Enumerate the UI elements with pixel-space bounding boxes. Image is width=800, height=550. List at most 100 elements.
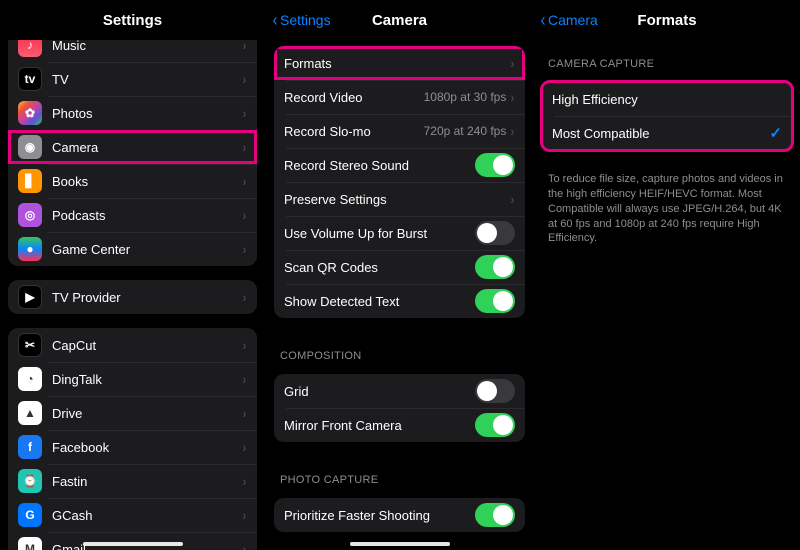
camera-row-mirror-front-camera[interactable]: Mirror Front Camera — [274, 408, 525, 442]
chevron-left-icon: ‹ — [541, 11, 546, 29]
settings-row-music[interactable]: ♪ Music› — [8, 40, 257, 62]
camera-icon: ◉ — [18, 135, 42, 159]
camera-row-formats[interactable]: Formats› — [274, 46, 525, 80]
chevron-right-icon: › — [243, 507, 246, 523]
row-label: Fastin — [52, 474, 242, 489]
camera-row-record-stereo-sound[interactable]: Record Stereo Sound — [274, 148, 525, 182]
chevron-right-icon: › — [243, 439, 246, 455]
settings-row-facebook[interactable]: f Facebook› — [8, 430, 257, 464]
settings-row-capcut[interactable]: ✂ CapCut› — [8, 328, 257, 362]
back-to-settings[interactable]: ‹ Settings — [272, 0, 331, 40]
drive-icon: ▲ — [18, 401, 42, 425]
camera-row-preserve-settings[interactable]: Preserve Settings› — [274, 182, 525, 216]
settings-group: ♪Music›tvTV›✿Photos›◉Camera›▋Books›◎Podc… — [8, 40, 257, 266]
settings-row-tvprovider[interactable]: ▶TV Provider› — [8, 280, 257, 314]
settings-row-gmail[interactable]: MGmail› — [8, 532, 257, 550]
row-label: Podcasts — [52, 208, 242, 223]
row-label: Show Detected Text — [284, 294, 475, 309]
row-label: Record Stereo Sound — [284, 158, 475, 173]
settings-row-gcash[interactable]: G GCash› — [8, 498, 257, 532]
chevron-right-icon: › — [243, 241, 246, 257]
toggle-switch[interactable] — [475, 255, 515, 279]
chevron-right-icon: › — [243, 139, 246, 155]
navbar-camera: ‹ Settings Camera — [266, 0, 533, 40]
settings-row-gamecenter[interactable]: ●Game Center› — [8, 232, 257, 266]
chevron-right-icon: › — [243, 173, 246, 189]
back-label: Camera — [548, 12, 598, 28]
settings-row-dingtalk[interactable]: ◔DingTalk› — [8, 362, 257, 396]
row-label: Record Slo-mo — [284, 124, 424, 139]
chevron-right-icon: › — [243, 541, 246, 550]
camera-row-record-video[interactable]: Record Video1080p at 30 fps› — [274, 80, 525, 114]
chevron-right-icon: › — [243, 473, 246, 489]
camera-row-record-slo-mo[interactable]: Record Slo-mo720p at 240 fps › — [274, 114, 525, 148]
chevron-right-icon: › — [243, 105, 246, 121]
settings-row-podcasts[interactable]: ◎Podcasts› — [8, 198, 257, 232]
toggle-switch[interactable] — [475, 413, 515, 437]
facebook-icon: f — [18, 435, 42, 459]
toggle-switch[interactable] — [475, 221, 515, 245]
gmail-icon: M — [18, 537, 42, 550]
row-label: Camera — [52, 140, 242, 155]
settings-row-books[interactable]: ▋Books› — [8, 164, 257, 198]
gcash-icon: G — [18, 503, 42, 527]
capcut-icon: ✂ — [18, 333, 42, 357]
camera-row-scan-qr-codes[interactable]: Scan QR Codes — [274, 250, 525, 284]
row-label: TV Provider — [52, 290, 242, 305]
row-label: Facebook — [52, 440, 242, 455]
row-label: TV — [52, 72, 242, 87]
row-detail: 1080p at 30 fps — [424, 90, 507, 104]
row-label: High Efficiency — [552, 92, 782, 107]
formats-scroll[interactable]: CAMERA CAPTURE High EfficiencyMost Compa… — [534, 40, 800, 550]
camera-scroll[interactable]: Formats›Record Video1080p at 30 fps›Reco… — [266, 40, 533, 550]
row-label: Prioritize Faster Shooting — [284, 508, 475, 523]
row-label: Drive — [52, 406, 242, 421]
row-label: Music — [52, 40, 242, 53]
chevron-right-icon: › — [243, 337, 246, 353]
row-detail: 720p at 240 fps — [424, 124, 507, 138]
toggle-switch[interactable] — [475, 379, 515, 403]
page-title: Camera — [372, 12, 427, 29]
dingtalk-icon: ◔ — [18, 367, 42, 391]
chevron-right-icon: › — [511, 123, 514, 139]
toggle-switch[interactable] — [475, 289, 515, 313]
format-option-most-compatible[interactable]: Most Compatible✓ — [542, 116, 792, 150]
toggle-switch[interactable] — [475, 153, 515, 177]
settings-group: ▶TV Provider› — [8, 280, 257, 314]
camera-row-show-detected-text[interactable]: Show Detected Text — [274, 284, 525, 318]
row-label: Record Video — [284, 90, 424, 105]
chevron-right-icon: › — [243, 71, 246, 87]
settings-row-photos[interactable]: ✿Photos› — [8, 96, 257, 130]
chevron-right-icon: › — [243, 40, 246, 53]
camera-capture-group: High Efficiency Most Compatible✓ — [542, 82, 792, 150]
row-label: Most Compatible — [552, 126, 769, 141]
settings-row-tv[interactable]: tv TV› — [8, 62, 257, 96]
section-header: PHOTO CAPTURE — [266, 456, 533, 492]
photos-icon: ✿ — [18, 101, 42, 125]
camera-row-grid[interactable]: Grid — [274, 374, 525, 408]
row-label: GCash — [52, 508, 242, 523]
format-option-high-efficiency[interactable]: High Efficiency — [542, 82, 792, 116]
formats-pane: ‹ Camera Formats CAMERA CAPTURE High Eff… — [533, 0, 800, 550]
camera-row-prioritize-faster-shooting[interactable]: Prioritize Faster Shooting — [274, 498, 525, 532]
chevron-left-icon: ‹ — [273, 11, 278, 29]
music-icon: ♪ — [18, 40, 42, 57]
back-to-camera[interactable]: ‹ Camera — [540, 0, 598, 40]
settings-scroll[interactable]: ♪Music›tvTV›✿Photos›◉Camera›▋Books›◎Podc… — [0, 40, 265, 550]
settings-row-camera[interactable]: ◉ Camera› — [8, 130, 257, 164]
chevron-right-icon: › — [511, 55, 514, 71]
settings-row-drive[interactable]: ▲Drive› — [8, 396, 257, 430]
page-title: Settings — [103, 12, 162, 29]
toggle-switch[interactable] — [475, 503, 515, 527]
row-label: Mirror Front Camera — [284, 418, 475, 433]
fastin-icon: ⌚ — [18, 469, 42, 493]
checkmark-icon: ✓ — [769, 124, 782, 142]
settings-pane: Settings ♪Music›tvTV›✿Photos›◉Camera›▋Bo… — [0, 0, 265, 550]
formats-footer-note: To reduce file size, capture photos and … — [534, 164, 800, 246]
back-label: Settings — [280, 12, 331, 28]
tv-icon: tv — [18, 67, 42, 91]
settings-row-fastin[interactable]: ⌚ Fastin› — [8, 464, 257, 498]
row-label: Scan QR Codes — [284, 260, 475, 275]
camera-row-use-volume-up-for-burst[interactable]: Use Volume Up for Burst — [274, 216, 525, 250]
row-label: CapCut — [52, 338, 242, 353]
